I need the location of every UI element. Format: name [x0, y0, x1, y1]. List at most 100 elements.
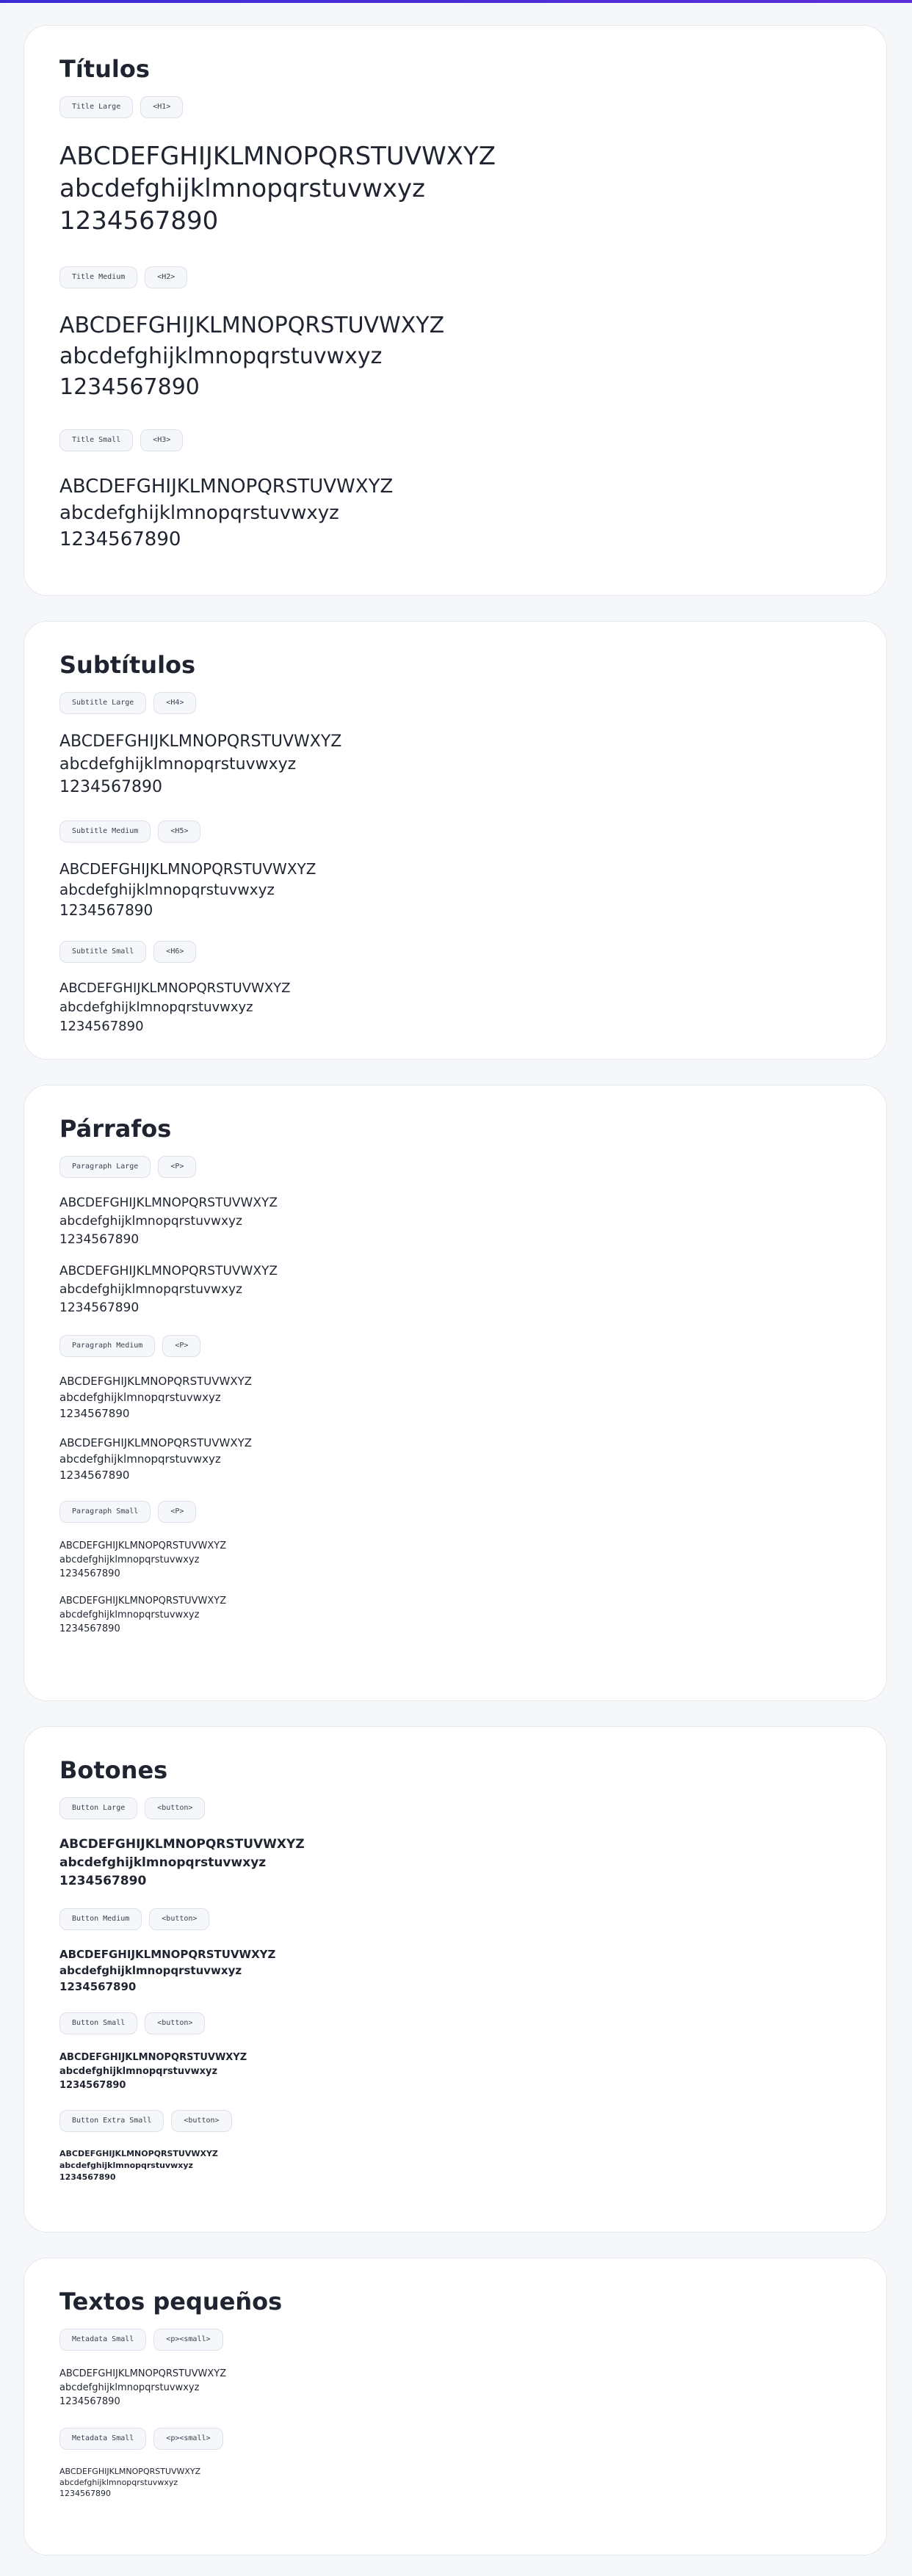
tag-row-paragraph-medium: Paragraph Medium <P>: [59, 1335, 851, 1358]
html-tag-badge: <p><small>: [153, 2428, 223, 2451]
html-tag-badge: <button>: [171, 2110, 232, 2133]
html-tag-badge: <button>: [145, 1797, 206, 1820]
style-name-tag: Subtitle Large: [59, 692, 147, 715]
sample-lower: abcdefghijklmnopqrstuvwxyz: [59, 1452, 221, 1466]
tag-row-title-medium: Title Medium <H2>: [59, 266, 851, 289]
sample-lower: abcdefghijklmnopqrstuvwxyz: [59, 1554, 200, 1566]
sample-upper: ABCDEFGHIJKLMNOPQRSTUVWXYZ: [59, 1436, 253, 1450]
sample-lower: abcdefghijklmnopqrstuvwxyz: [59, 2478, 178, 2488]
sample-lower: abcdefghijklmnopqrstuvwxyz: [59, 1214, 242, 1229]
sample-subtitle-large: ABCDEFGHIJKLMNOPQRSTUVWXYZ abcdefghijklm…: [59, 730, 851, 798]
sample-lower: abcdefghijklmnopqrstuvwxyz: [59, 2161, 193, 2171]
tag-row-subtitle-large: Subtitle Large <H4>: [59, 692, 851, 715]
sample-subtitle-small: ABCDEFGHIJKLMNOPQRSTUVWXYZ abcdefghijklm…: [59, 979, 851, 1036]
sample-paragraph-medium-regular: ABCDEFGHIJKLMNOPQRSTUVWXYZ abcdefghijklm…: [59, 1373, 851, 1422]
sample-title-large: ABCDEFGHIJKLMNOPQRSTUVWXYZ abcdefghijklm…: [59, 140, 851, 237]
sample-digits: 1234567890: [59, 1019, 144, 1035]
sample-lower: abcdefghijklmnopqrstuvwxyz: [59, 174, 425, 204]
sample-upper: ABCDEFGHIJKLMNOPQRSTUVWXYZ: [59, 476, 394, 498]
sample-digits: 1234567890: [59, 528, 181, 551]
sample-upper: ABCDEFGHIJKLMNOPQRSTUVWXYZ: [59, 2368, 227, 2380]
sample-digits: 1234567890: [59, 1469, 130, 1482]
section-subtitulos: Subtítulos Subtitle Large <H4> ABCDEFGHI…: [23, 621, 887, 1060]
sample-button-small: ABCDEFGHIJKLMNOPQRSTUVWXYZ abcdefghijklm…: [59, 2051, 851, 2092]
sample-digits: 1234567890: [59, 901, 153, 920]
html-tag-badge: <H6>: [153, 941, 197, 964]
tag-row-subtitle-small: Subtitle Small <H6>: [59, 941, 851, 964]
sample-button-large: ABCDEFGHIJKLMNOPQRSTUVWXYZ abcdefghijklm…: [59, 1835, 851, 1891]
sample-digits: 1234567890: [59, 1874, 147, 1889]
sample-upper: ABCDEFGHIJKLMNOPQRSTUVWXYZ: [59, 313, 445, 339]
sample-digits: 1234567890: [59, 206, 219, 236]
html-tag-badge: <p><small>: [153, 2329, 223, 2351]
sample-upper: ABCDEFGHIJKLMNOPQRSTUVWXYZ: [59, 142, 496, 172]
tag-row-button-small: Button Small <button>: [59, 2012, 851, 2035]
sample-upper: ABCDEFGHIJKLMNOPQRSTUVWXYZ: [59, 2052, 247, 2064]
sample-digits: 1234567890: [59, 374, 200, 401]
sample-title-small: ABCDEFGHIJKLMNOPQRSTUVWXYZ abcdefghijklm…: [59, 473, 851, 553]
tag-row-metadata-small-2: Metadata Small <p><small>: [59, 2428, 851, 2451]
html-tag-badge: <P>: [158, 1156, 197, 1179]
sample-lower: abcdefghijklmnopqrstuvwxyz: [59, 755, 297, 774]
sample-button-extra-small: ABCDEFGHIJKLMNOPQRSTUVWXYZ abcdefghijklm…: [59, 2148, 851, 2183]
sample-upper: ABCDEFGHIJKLMNOPQRSTUVWXYZ: [59, 1948, 276, 1962]
sample-digits: 1234567890: [59, 2489, 111, 2499]
section-textos-pequenos: Textos pequeños Metadata Small <p><small…: [23, 2257, 887, 2555]
html-tag-badge: <H4>: [153, 692, 197, 715]
sample-upper: ABCDEFGHIJKLMNOPQRSTUVWXYZ: [59, 1196, 278, 1211]
sample-lower: abcdefghijklmnopqrstuvwxyz: [59, 343, 383, 370]
style-name-tag: Button Large: [59, 1797, 138, 1820]
tag-row-button-large: Button Large <button>: [59, 1797, 851, 1820]
sample-digits: 1234567890: [59, 1623, 120, 1635]
sample-upper: ABCDEFGHIJKLMNOPQRSTUVWXYZ: [59, 732, 342, 752]
sample-lower: abcdefghijklmnopqrstuvwxyz: [59, 1964, 242, 1978]
sample-upper: ABCDEFGHIJKLMNOPQRSTUVWXYZ: [59, 860, 316, 878]
section-titulos: Títulos Title Large <H1> ABCDEFGHIJKLMNO…: [23, 25, 887, 596]
style-name-tag: Title Small: [59, 429, 134, 452]
section-title-parrafos: Párrafos: [59, 1115, 172, 1143]
sample-digits: 1234567890: [59, 2172, 116, 2183]
sample-digits: 1234567890: [59, 1232, 140, 1248]
sample-title-medium: ABCDEFGHIJKLMNOPQRSTUVWXYZ abcdefghijklm…: [59, 310, 851, 403]
sample-lower: abcdefghijklmnopqrstuvwxyz: [59, 1391, 221, 1405]
sample-upper: ABCDEFGHIJKLMNOPQRSTUVWXYZ: [59, 1596, 227, 1607]
top-accent-bar: [0, 0, 912, 3]
html-tag-badge: <H3>: [140, 429, 184, 452]
sample-paragraph-large-bold: ABCDEFGHIJKLMNOPQRSTUVWXYZ abcdefghijklm…: [59, 1262, 851, 1317]
sample-upper: ABCDEFGHIJKLMNOPQRSTUVWXYZ: [59, 1837, 305, 1852]
sample-digits: 1234567890: [59, 1407, 130, 1421]
sample-lower: abcdefghijklmnopqrstuvwxyz: [59, 1282, 242, 1298]
sample-paragraph-large-regular: ABCDEFGHIJKLMNOPQRSTUVWXYZ abcdefghijklm…: [59, 1194, 851, 1249]
tag-row-title-large: Title Large <H1>: [59, 96, 851, 119]
sample-digits: 1234567890: [59, 1980, 137, 1994]
sample-lower: abcdefghijklmnopqrstuvwxyz: [59, 2382, 200, 2394]
sample-lower: abcdefghijklmnopqrstuvwxyz: [59, 2066, 218, 2078]
sample-digits: 1234567890: [59, 1568, 120, 1580]
sample-lower: abcdefghijklmnopqrstuvwxyz: [59, 881, 275, 899]
tag-row-paragraph-large: Paragraph Large <P>: [59, 1156, 851, 1179]
html-tag-badge: <H1>: [140, 96, 184, 119]
tag-row-metadata-small: Metadata Small <p><small>: [59, 2329, 851, 2351]
section-parrafos: Párrafos Paragraph Large <P> ABCDEFGHIJK…: [23, 1085, 887, 1701]
style-name-tag: Paragraph Large: [59, 1156, 151, 1179]
sample-upper: ABCDEFGHIJKLMNOPQRSTUVWXYZ: [59, 2467, 201, 2477]
sample-paragraph-small-alt: ABCDEFGHIJKLMNOPQRSTUVWXYZ abcdefghijklm…: [59, 1594, 851, 1636]
section-title-subtitulos: Subtítulos: [59, 651, 196, 679]
style-name-tag: Button Medium: [59, 1908, 142, 1931]
sample-lower: abcdefghijklmnopqrstuvwxyz: [59, 1855, 267, 1871]
tag-row-title-small: Title Small <H3>: [59, 429, 851, 452]
sample-paragraph-medium-bold: ABCDEFGHIJKLMNOPQRSTUVWXYZ abcdefghijklm…: [59, 1435, 851, 1483]
style-name-tag: Paragraph Medium: [59, 1335, 156, 1358]
style-name-tag: Subtitle Medium: [59, 821, 151, 843]
tag-row-button-extra-small: Button Extra Small <button>: [59, 2110, 851, 2133]
section-title-botones: Botones: [59, 1756, 168, 1784]
sample-lower: abcdefghijklmnopqrstuvwxyz: [59, 1609, 200, 1621]
sample-digits: 1234567890: [59, 1300, 140, 1316]
style-name-tag: Metadata Small: [59, 2329, 147, 2351]
sample-digits: 1234567890: [59, 778, 162, 797]
html-tag-badge: <H2>: [145, 266, 188, 289]
html-tag-badge: <P>: [158, 1501, 197, 1524]
style-name-tag: Button Extra Small: [59, 2110, 164, 2133]
section-title-textos-pequenos: Textos pequeños: [59, 2288, 283, 2315]
sample-button-medium: ABCDEFGHIJKLMNOPQRSTUVWXYZ abcdefghijklm…: [59, 1946, 851, 1995]
